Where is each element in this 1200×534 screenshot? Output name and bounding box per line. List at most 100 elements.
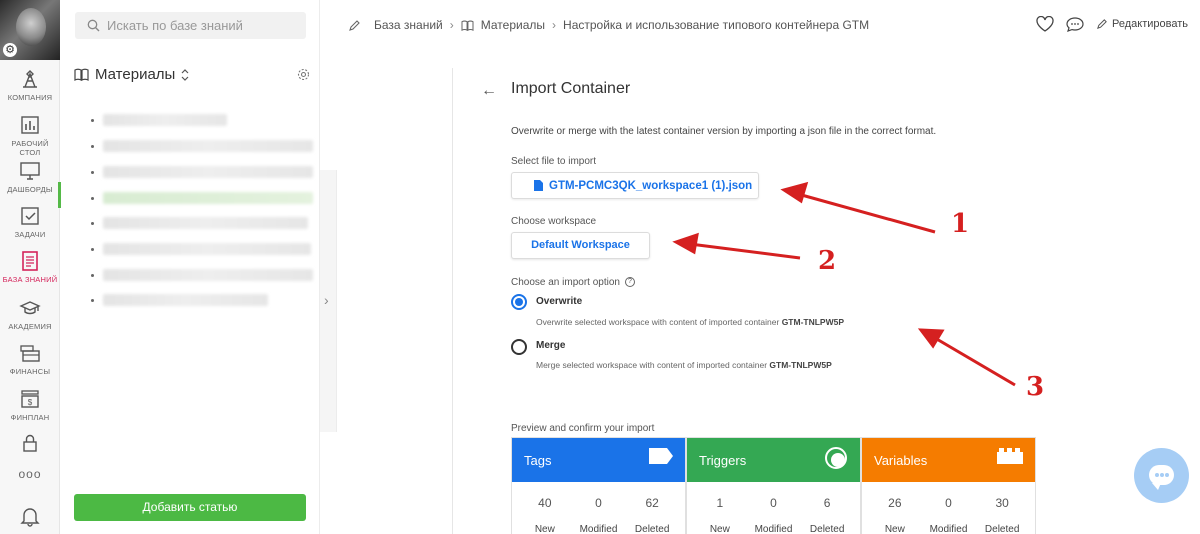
breadcrumb-separator: ›	[449, 18, 454, 32]
search-placeholder: Искать по базе знаний	[107, 18, 243, 33]
import-title: Import Container	[511, 80, 631, 97]
variable-block-icon	[997, 448, 1023, 464]
preview-label: Preview and confirm your import	[511, 423, 655, 434]
money-icon	[20, 345, 40, 362]
add-article-button[interactable]: Добавить статью	[74, 494, 306, 521]
comment-icon[interactable]	[1066, 16, 1084, 32]
edit-label: Редактировать	[1112, 18, 1188, 30]
bullet-icon	[91, 118, 94, 122]
workspace-button[interactable]: Default Workspace	[511, 232, 650, 259]
variables-deleted-count: 30	[995, 496, 1009, 510]
help-icon[interactable]: ?	[624, 277, 635, 288]
breadcrumb-knowledge-base[interactable]: База знаний	[374, 18, 443, 32]
search-input[interactable]: Искать по базе знаний	[75, 12, 306, 39]
monitor-icon	[20, 162, 40, 180]
tree-item[interactable]	[91, 293, 268, 307]
book-icon	[461, 20, 474, 31]
more-button[interactable]: ooo	[0, 467, 60, 481]
overwrite-title: Overwrite	[536, 296, 583, 307]
rail-item-notifications[interactable]	[0, 505, 60, 527]
blurred-title	[103, 294, 268, 306]
bullet-icon	[91, 196, 94, 200]
settings-gear-icon[interactable]	[297, 68, 310, 81]
deleted-label: Deleted	[634, 524, 670, 534]
desktop-chart-icon	[21, 116, 39, 134]
panel-collapse-handle[interactable]: ›	[320, 170, 337, 432]
overwrite-radio[interactable]	[511, 294, 527, 310]
sort-chevron-icon	[181, 68, 189, 81]
merge-desc: Merge selected workspace with content of…	[536, 360, 832, 370]
overwrite-desc-text: Overwrite selected workspace with conten…	[536, 317, 780, 327]
chat-widget-button[interactable]	[1134, 448, 1189, 503]
materials-title: Материалы	[95, 66, 176, 83]
overwrite-container-id: GTM-TNLPW5P	[781, 317, 845, 327]
blurred-title	[103, 217, 308, 229]
svg-text:$: $	[28, 398, 33, 407]
file-select-button[interactable]: GTM-PCMC3QK_workspace1 (1).json	[511, 172, 759, 199]
edit-button[interactable]: Редактировать	[1096, 18, 1188, 30]
triggers-card-stats: 1 New 0 Modified 6 Deleted	[687, 482, 860, 534]
triggers-card-header: Triggers	[687, 438, 860, 482]
file-label: Select file to import	[511, 156, 597, 167]
merge-container-id: GTM-TNLPW5P	[769, 360, 832, 370]
rail-item-knowledge-base[interactable]: БАЗА ЗНАНИЙ	[0, 250, 60, 284]
rail-item-tasks[interactable]: ЗАДАЧИ	[0, 205, 60, 239]
avatar[interactable]: ⚙	[0, 0, 60, 60]
triggers-deleted-count: 6	[823, 496, 831, 510]
breadcrumb-separator: ›	[552, 18, 557, 32]
import-option-text: Choose an import option	[511, 277, 620, 288]
materials-header[interactable]: Материалы	[74, 66, 189, 83]
gear-icon[interactable]: ⚙	[3, 43, 17, 57]
blurred-title	[103, 166, 313, 178]
overwrite-desc: Overwrite selected workspace with conten…	[536, 317, 844, 327]
company-icon	[23, 70, 37, 88]
tags-new-count: 40	[538, 496, 552, 510]
deleted-label: Deleted	[809, 524, 845, 534]
blurred-title	[103, 192, 313, 204]
variables-card-title: Variables	[874, 453, 928, 468]
back-arrow-icon[interactable]: ←	[481, 82, 497, 100]
annotation-number-1: 1	[951, 209, 970, 239]
variables-card-stats: 26 New 0 Modified 30 Deleted	[862, 482, 1035, 534]
variables-modified-count: 0	[945, 496, 952, 510]
bullet-icon	[91, 221, 94, 225]
tags-deleted-count: 62	[645, 496, 659, 510]
lock-icon	[23, 434, 37, 452]
file-name: GTM-PCMC3QK_workspace1 (1).json	[549, 179, 753, 192]
tree-item[interactable]	[91, 216, 308, 230]
breadcrumb-materials[interactable]: Материалы	[481, 18, 545, 32]
rail-item-finance[interactable]: ФИНАНСЫ	[0, 342, 60, 376]
top-actions: Редактировать	[1036, 16, 1188, 32]
triggers-card: Triggers 1 New 0 Modified 6 Deleted	[686, 437, 861, 534]
rail-item-finplan[interactable]: $ ФИНПЛАН	[0, 388, 60, 422]
heart-icon[interactable]	[1036, 16, 1054, 32]
blurred-title	[103, 243, 311, 255]
new-label: New	[709, 524, 730, 534]
rail-item-academy[interactable]: АКАДЕМИЯ	[0, 297, 60, 331]
chat-bubble-icon	[1149, 465, 1174, 490]
rail-item-desktop[interactable]: РАБОЧИЙ СТОЛ	[0, 114, 60, 157]
tree-item-selected[interactable]	[91, 191, 313, 205]
bell-icon	[20, 508, 40, 527]
tree-item[interactable]	[91, 268, 313, 282]
tree-item[interactable]	[91, 165, 313, 179]
triggers-new-count: 1	[716, 496, 724, 510]
rail-item-lock[interactable]	[0, 432, 60, 454]
variables-card-header: Variables	[862, 438, 1035, 482]
article-content: ← Import Container Overwrite or merge wi…	[452, 68, 1052, 534]
tree-item[interactable]	[91, 113, 227, 127]
merge-radio[interactable]	[511, 339, 527, 355]
pencil-icon	[1097, 19, 1107, 29]
tags-card-title: Tags	[524, 453, 552, 468]
rail-item-company[interactable]: КОМПАНИЯ	[0, 68, 60, 102]
blurred-title	[103, 269, 313, 281]
rail-item-dashboards[interactable]: ДАШБОРДЫ	[0, 160, 60, 194]
tree-item[interactable]	[91, 139, 313, 153]
import-description: Overwrite or merge with the latest conta…	[511, 126, 937, 137]
workspace-label: Choose workspace	[511, 216, 597, 227]
tree-item[interactable]	[91, 242, 311, 256]
bullet-icon	[91, 298, 94, 302]
breadcrumb-current: Настройка и использование типового конте…	[563, 18, 870, 32]
annotation-number-2: 2	[818, 246, 837, 276]
tags-card-header: Tags	[512, 438, 685, 482]
